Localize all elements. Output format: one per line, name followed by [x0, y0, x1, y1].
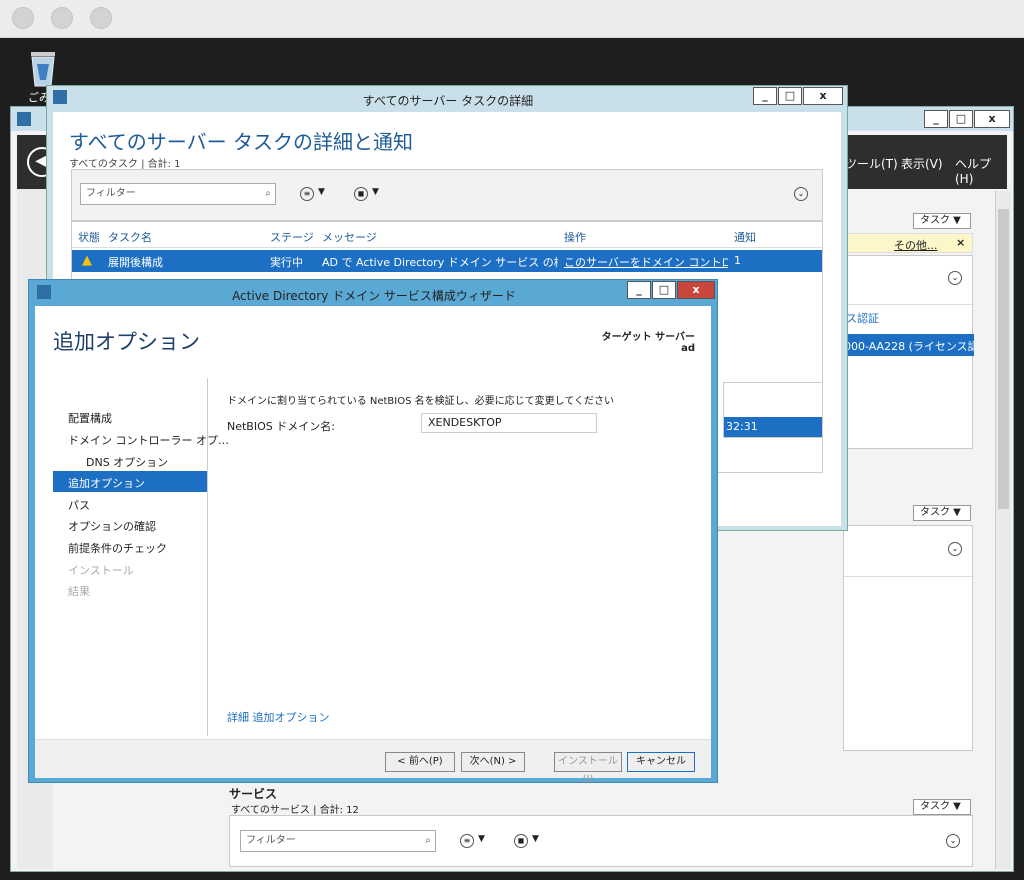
nav-install: インストール — [68, 564, 134, 577]
adds-wizard-window: Active Directory ドメイン サービス構成ウィザード _ □ x … — [28, 279, 718, 785]
nav-divider — [207, 378, 208, 736]
task-filter-bar: フィルター ⌕ ≡ ▼ ◼ ▼ ⌄ — [71, 169, 823, 221]
wizard-nav: 配置構成 ドメイン コントローラー オプ… DNS オプション 追加オプション … — [35, 376, 229, 736]
task-details-heading: すべてのサーバー タスクの詳細と通知 — [69, 130, 413, 154]
server-panel-right: ⌄ ス認証 000-AA228 (ライセンス認証 — [843, 255, 974, 449]
prev-button[interactable]: < 前へ(P) — [385, 752, 455, 772]
col-message[interactable]: メッセージ — [322, 229, 377, 245]
mac-titlebar — [0, 0, 1024, 38]
chevron-down-icon-3[interactable]: ⌄ — [946, 834, 960, 848]
task-row-name: 展開後構成 — [108, 256, 163, 269]
col-notify[interactable]: 通知 — [734, 229, 756, 245]
wizard-footer: < 前へ(P) 次へ(N) > インストール(I) キャンセル — [35, 739, 711, 785]
task-row-message: AD で Active Directory ドメイン サービス の構成… — [322, 256, 558, 269]
search-icon-2: ⌕ — [265, 188, 271, 199]
wizard-body: 追加オプション ターゲット サーバー ad 配置構成 ドメイン コントローラー … — [35, 306, 711, 785]
task-expand-icon[interactable]: ⌄ — [794, 187, 808, 201]
save-query-icon[interactable]: ◼ — [514, 834, 528, 848]
task-details-subheading: すべてのタスク | 合計: 1 — [69, 159, 181, 170]
task-subpanel: 32:31 — [723, 382, 823, 438]
task-save-query-icon[interactable]: ◼ — [354, 187, 368, 201]
minimize-traffic-light[interactable] — [51, 7, 73, 29]
more-options-link[interactable]: 詳細 追加オプション — [227, 709, 330, 725]
task-save-query-arrow[interactable]: ▼ — [372, 187, 379, 197]
nav-additional-options[interactable]: 追加オプション — [68, 475, 145, 491]
nav-dc-options[interactable]: ドメイン コントローラー オプ… — [68, 432, 229, 448]
zoom-traffic-light[interactable] — [90, 7, 112, 29]
nav-review[interactable]: オプションの確認 — [68, 518, 156, 534]
chevron-down-icon-2[interactable]: ⌄ — [948, 542, 962, 556]
nav-results: 結果 — [68, 585, 90, 598]
nav-deployment[interactable]: 配置構成 — [68, 410, 112, 426]
events-panel: ⌄ — [843, 525, 974, 751]
cancel-button[interactable]: キャンセル — [627, 752, 695, 772]
task-row-action-link[interactable]: このサーバーをドメイン コントローラー… — [564, 254, 728, 270]
services-title: サービス — [229, 787, 278, 801]
task-dropdown-3[interactable]: タスク ▼ — [913, 799, 971, 815]
sm-scroll-thumb[interactable] — [998, 209, 1009, 509]
services-panel: フィルター ⌕ ≡ ▼ ◼ ▼ ⌄ — [229, 815, 973, 867]
license-label: ス認証 — [846, 312, 879, 325]
task-row[interactable]: ▲ 展開後構成 実行中 AD で Active Directory ドメイン サ… — [72, 250, 822, 272]
col-status[interactable]: 状態 — [78, 229, 100, 245]
sm-maximize-button[interactable]: □ — [949, 110, 973, 128]
nav-prereq[interactable]: 前提条件のチェック — [68, 540, 167, 556]
menu-tools[interactable]: ツール(T) — [845, 155, 898, 172]
task-details-title: すべてのサーバー タスクの詳細 — [362, 94, 534, 108]
wz-close-button[interactable]: x — [677, 281, 715, 299]
netbios-input[interactable]: XENDESKTOP — [421, 413, 597, 433]
col-stage[interactable]: ステージ — [270, 229, 314, 245]
notice-more-link[interactable]: その他... — [894, 237, 938, 253]
task-dropdown-1[interactable]: タスク ▼ — [913, 213, 971, 229]
td-close-button[interactable]: x — [803, 87, 843, 105]
nav-dns-options[interactable]: DNS オプション — [86, 454, 168, 470]
task-subpanel-row[interactable]: 32:31 — [724, 417, 822, 437]
task-table-header: 状態 タスク名 ステージ メッセージ 操作 通知 — [72, 222, 822, 248]
sm-scrollbar[interactable] — [995, 191, 1011, 869]
wz-maximize-button[interactable]: □ — [652, 281, 676, 299]
task-list-options-arrow[interactable]: ▼ — [318, 187, 325, 197]
td-maximize-button[interactable]: □ — [778, 87, 802, 105]
task-list-options-icon[interactable]: ≡ — [300, 187, 314, 201]
next-button[interactable]: 次へ(N) > — [461, 752, 525, 772]
notice-close-icon[interactable]: × — [956, 236, 965, 249]
sm-minimize-button[interactable]: _ — [924, 110, 948, 128]
search-icon: ⌕ — [425, 835, 431, 846]
install-button: インストール(I) — [554, 752, 622, 785]
task-dropdown-2[interactable]: タスク ▼ — [913, 505, 971, 521]
menu-help[interactable]: ヘルプ(H) — [955, 155, 1007, 186]
task-filter-input[interactable]: フィルター ⌕ — [80, 183, 276, 205]
license-row[interactable]: 000-AA228 (ライセンス認証 — [844, 334, 974, 356]
target-server-value: ad — [681, 343, 695, 354]
col-task-name[interactable]: タスク名 — [108, 229, 152, 245]
sm-close-button[interactable]: x — [974, 110, 1010, 128]
task-row-notify: 1 — [734, 254, 741, 267]
services-filter-input[interactable]: フィルター ⌕ — [240, 830, 436, 852]
wizard-title: Active Directory ドメイン サービス構成ウィザード — [232, 289, 516, 303]
menu-view[interactable]: 表示(V) — [901, 155, 943, 172]
col-action[interactable]: 操作 — [564, 229, 586, 245]
task-row-stage: 実行中 — [270, 256, 303, 269]
save-query-arrow[interactable]: ▼ — [532, 834, 539, 844]
server-manager-app-icon — [17, 112, 31, 126]
nav-paths[interactable]: パス — [68, 497, 90, 513]
services-subtitle: すべてのサービス | 合計: 12 — [231, 805, 359, 816]
warning-icon: ▲ — [82, 253, 92, 268]
list-options-arrow[interactable]: ▼ — [478, 834, 485, 844]
netbios-label: NetBIOS ドメイン名: — [227, 420, 335, 433]
close-traffic-light[interactable] — [12, 7, 34, 29]
target-server-label: ターゲット サーバー — [601, 332, 695, 343]
notification-banner: その他... × — [843, 233, 973, 253]
wizard-heading: 追加オプション — [53, 330, 200, 354]
td-minimize-button[interactable]: _ — [753, 87, 777, 105]
wz-minimize-button[interactable]: _ — [627, 281, 651, 299]
chevron-down-icon[interactable]: ⌄ — [948, 271, 962, 285]
netbios-instruction: ドメインに割り当てられている NetBIOS 名を検証し、必要に応じて変更してく… — [227, 396, 615, 407]
list-options-icon[interactable]: ≡ — [460, 834, 474, 848]
